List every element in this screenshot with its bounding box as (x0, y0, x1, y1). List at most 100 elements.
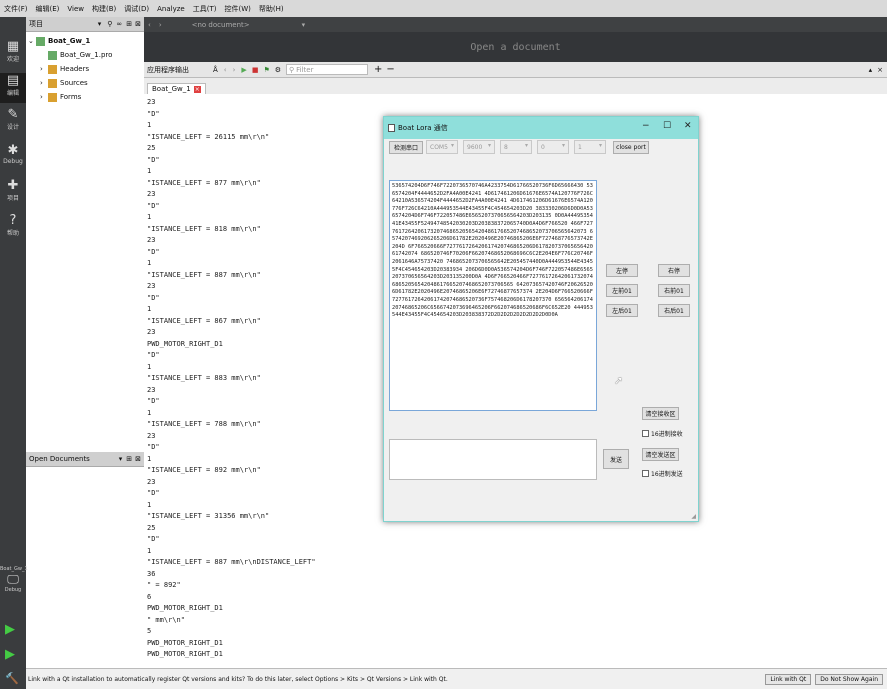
tree-item[interactable]: Boat_Gw_1.pro (26, 48, 144, 62)
document-combo[interactable]: <no document> (192, 21, 302, 29)
project-pane-header: 项目 ▾ ⚲ ∞ ⊞ ⊠ (26, 17, 144, 32)
status-bar: Link with a Qt installation to automatic… (26, 668, 887, 689)
tree-item-label: Sources (60, 79, 88, 87)
tree-item[interactable]: › Sources (26, 76, 144, 90)
close-icon[interactable]: × (877, 66, 883, 74)
attach-icon[interactable]: ⚑ (263, 66, 269, 74)
folder-icon (48, 92, 57, 102)
help-icon: ? (9, 213, 17, 228)
tree-item[interactable]: › Headers (26, 62, 144, 76)
plus-icon[interactable]: + (374, 64, 382, 75)
run-icon[interactable]: ▶ (241, 66, 246, 74)
close-icon[interactable]: ⊠ (135, 20, 141, 28)
tree-item-label: Headers (60, 65, 90, 73)
maximize-icon[interactable]: ☐ (663, 121, 671, 131)
right-stop-button[interactable]: 右停 (658, 264, 690, 277)
menu-item[interactable]: 控件(W) (220, 4, 254, 14)
forward-icon[interactable]: › (159, 21, 162, 29)
expand-icon[interactable]: ⌄ (28, 37, 36, 45)
stopbits-select[interactable]: 1 ▾ (574, 140, 606, 154)
build-button[interactable]: 🔨 (5, 672, 19, 685)
stop-icon[interactable]: ■ (252, 66, 259, 74)
back-icon[interactable]: ‹ (148, 21, 151, 29)
forward-icon[interactable]: › (233, 66, 236, 74)
chevron-down-icon[interactable]: ▾ (98, 20, 102, 28)
mouse-cursor-icon: ➚ (614, 374, 624, 387)
tree-item[interactable]: › Forms (26, 90, 144, 104)
parity-select[interactable]: 0 ▾ (537, 140, 569, 154)
receive-area[interactable]: 536574204D6F746F7220736570746A4233754D61… (389, 180, 597, 411)
left-forward-button[interactable]: 左前01 (606, 284, 638, 297)
project-view-selector[interactable]: 项目 (29, 19, 98, 29)
close-icon[interactable]: ✕ (684, 121, 692, 131)
minimize-icon[interactable]: − (642, 121, 650, 131)
menu-item[interactable]: Analyze (153, 5, 189, 13)
mode-4[interactable]: ✚ 项目 (0, 178, 26, 208)
tree-item[interactable]: ⌄ Boat_Gw_1 (26, 34, 144, 48)
mode-2[interactable]: ✎ 设计 (0, 107, 26, 137)
detect-port-button[interactable]: 检测串口 (389, 141, 423, 154)
send-button[interactable]: 发送 (603, 449, 629, 469)
chevron-down-icon: ▾ (598, 142, 602, 149)
link-icon[interactable]: ∞ (116, 20, 122, 28)
output-line: 23 (147, 98, 156, 106)
left-stop-button[interactable]: 左停 (606, 264, 638, 277)
mode-1[interactable]: ▤ 编辑 (0, 73, 26, 103)
menu-item[interactable]: 调试(D) (120, 4, 153, 14)
link-with-qt-button[interactable]: Link with Qt (765, 673, 812, 685)
databits-select[interactable]: 8 ▾ (500, 140, 532, 154)
output-tabs: Boat_Gw_1 × (144, 78, 887, 94)
output-line: " = 892" (147, 581, 181, 589)
mode-0[interactable]: ▦ 欢迎 (0, 39, 26, 69)
status-message: Link with a Qt installation to automatic… (28, 675, 448, 683)
chevron-down-icon[interactable]: ▾ (119, 455, 123, 463)
hex-send-checkbox[interactable]: 16进制发送 (642, 469, 683, 478)
close-port-button[interactable]: close port (613, 141, 649, 154)
menu-item[interactable]: 工具(T) (189, 4, 221, 14)
menu-item[interactable]: 文件(F) (0, 4, 32, 14)
tab-label: Boat_Gw_1 (152, 85, 191, 93)
mode-label: 帮助 (6, 230, 19, 237)
port-select[interactable]: COM5 ▾ (426, 140, 458, 154)
mode-5[interactable]: ? 帮助 (0, 213, 26, 243)
settings-icon[interactable]: ⚙ (275, 66, 281, 74)
filter-input[interactable]: ⚲ Filter (286, 64, 368, 75)
mode-3[interactable]: ✱ Debug (0, 143, 26, 173)
pen-icon: ✎ (7, 107, 19, 122)
resize-grip-icon[interactable]: ◢ (691, 513, 696, 520)
baud-select[interactable]: 9600 ▾ (463, 140, 495, 154)
editor-placeholder: Open a document (144, 32, 887, 62)
left-back-button[interactable]: 左后01 (606, 304, 638, 317)
hex-receive-checkbox[interactable]: 16进制接收 (642, 429, 683, 438)
menu-item[interactable]: 构建(B) (88, 4, 120, 14)
menu-item[interactable]: View (63, 5, 88, 13)
chevron-down-icon[interactable]: ▾ (302, 21, 306, 29)
expand-icon[interactable]: › (40, 65, 48, 73)
do-not-show-again-button[interactable]: Do Not Show Again (815, 673, 883, 685)
menu-item[interactable]: 编辑(E) (32, 4, 64, 14)
send-input[interactable] (389, 439, 597, 480)
split-icon[interactable]: ⊞ (126, 20, 132, 28)
output-line: 1 (147, 546, 152, 555)
dialog-title-bar: Boat Lora 通信 − ☐ ✕ (384, 117, 698, 139)
expand-icon[interactable]: › (40, 79, 48, 87)
expand-icon[interactable]: › (40, 93, 48, 101)
close-icon[interactable]: ⊠ (135, 455, 141, 463)
back-icon[interactable]: ‹ (224, 66, 227, 74)
right-back-button[interactable]: 右后01 (658, 304, 690, 317)
split-icon[interactable]: ⊞ (126, 455, 132, 463)
right-forward-button[interactable]: 右前01 (658, 284, 690, 297)
run-button[interactable]: ▶ (5, 622, 15, 637)
clear-receive-button[interactable]: 清空接收区 (642, 407, 679, 420)
font-size-icon[interactable]: Å (213, 66, 218, 74)
close-icon[interactable]: × (193, 85, 201, 93)
clear-send-button[interactable]: 清空发送区 (642, 448, 679, 461)
maximize-icon[interactable]: ▴ (869, 66, 873, 74)
menu-item[interactable]: 帮助(H) (255, 4, 288, 14)
kit-selector[interactable]: Boat_Gw_1 🖵 Debug (0, 566, 28, 593)
search-icon: ⚲ (289, 65, 295, 74)
tab-boat-gw-1[interactable]: Boat_Gw_1 × (147, 83, 206, 94)
debug-run-button[interactable]: ▶ (5, 647, 15, 662)
minus-icon[interactable]: − (386, 64, 394, 75)
filter-icon[interactable]: ⚲ (107, 20, 112, 28)
